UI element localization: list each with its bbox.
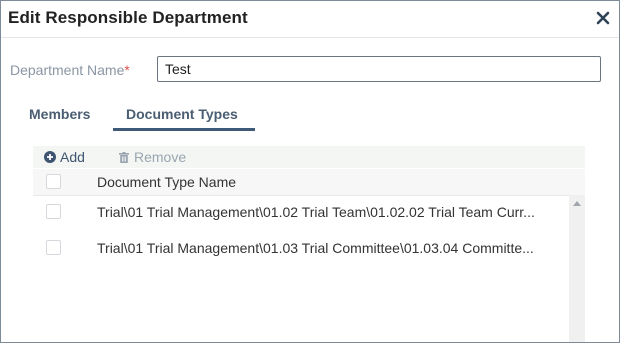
column-header-document-type-name[interactable]: Document Type Name [97,174,236,190]
add-button[interactable]: Add [44,149,85,165]
table-row[interactable]: Trial\01 Trial Management\01.02 Trial Te… [33,196,569,228]
add-button-label: Add [60,149,85,165]
tab-document-types[interactable]: Document Types [126,106,238,122]
remove-button[interactable]: Remove [119,149,186,165]
plus-circle-icon [44,151,56,163]
table-row[interactable]: Trial\01 Trial Management\01.03 Trial Co… [33,232,569,264]
active-tab-indicator [113,128,255,131]
grid-toolbar: Add Remove [33,146,585,168]
tab-strip: Members Document Types [1,100,619,134]
tab-members[interactable]: Members [29,106,90,122]
dialog-title: Edit Responsible Department [8,8,248,27]
close-icon[interactable] [595,10,611,26]
department-name-label-text: Department Name [10,62,125,78]
trash-icon [119,151,129,163]
edit-department-dialog: Edit Responsible Department Department N… [0,0,620,343]
row-checkbox[interactable] [46,204,61,219]
remove-button-label: Remove [134,149,187,165]
scroll-up-arrow-icon[interactable] [573,201,581,206]
department-name-label: Department Name* [10,62,130,78]
select-all-checkbox[interactable] [46,174,61,189]
grid-scrollbar[interactable] [569,195,585,342]
row-checkbox[interactable] [46,240,61,255]
document-types-panel: Add Remove Document Type Name Trial\01 T… [33,146,585,342]
dialog-titlebar: Edit Responsible Department [1,1,619,38]
grid-header: Document Type Name [33,169,585,196]
department-name-input[interactable] [157,56,601,82]
required-marker: * [124,62,130,78]
document-type-name-cell: Trial\01 Trial Management\01.02 Trial Te… [97,204,535,220]
document-type-name-cell: Trial\01 Trial Management\01.03 Trial Co… [97,240,534,256]
